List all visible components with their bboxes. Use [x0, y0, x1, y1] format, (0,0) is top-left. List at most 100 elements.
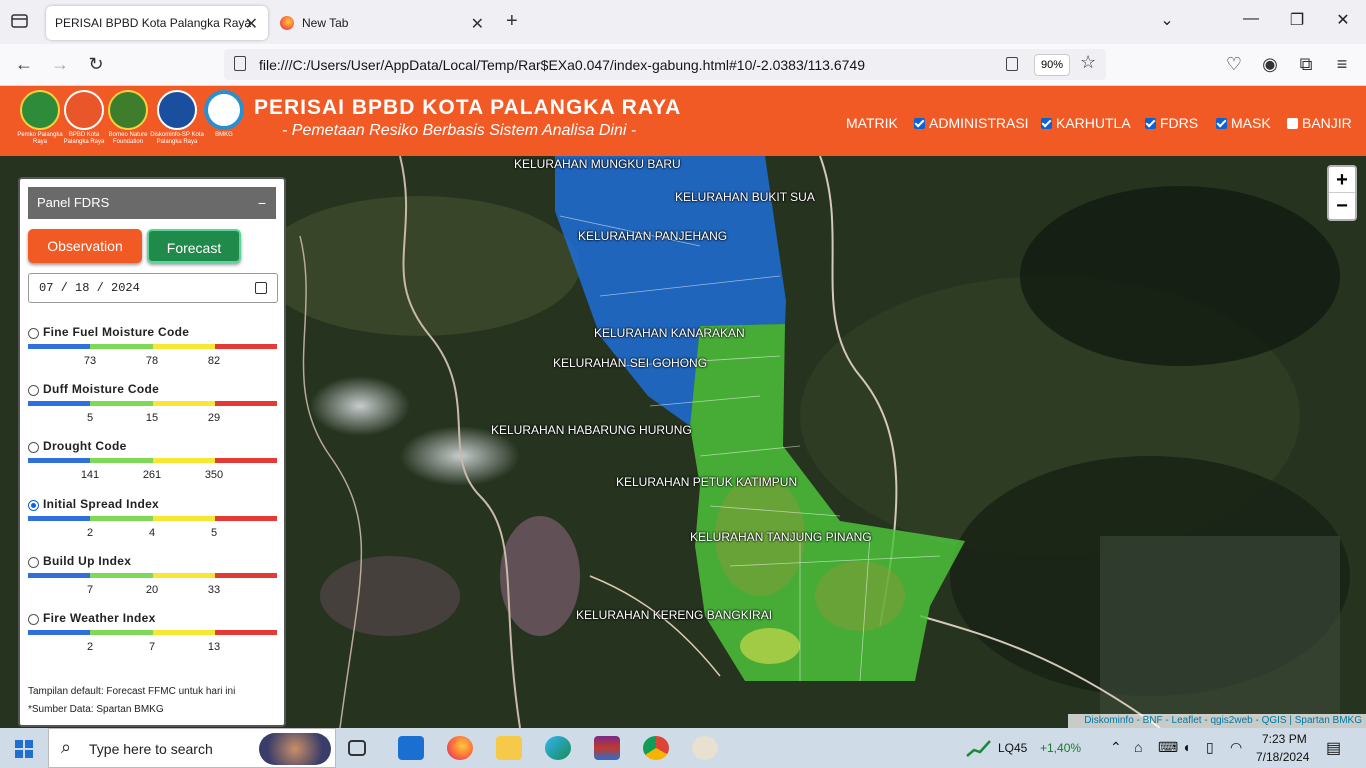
color-scale — [28, 516, 277, 521]
menu-label: ADMINISTRASI — [929, 115, 1029, 131]
scale-tick: 78 — [145, 355, 159, 367]
index-label: Drought Code — [43, 439, 127, 453]
scale-tick: 15 — [145, 412, 159, 424]
network-icon[interactable]: ⌂ — [1134, 739, 1142, 755]
kelurahan-label[interactable]: KELURAHAN KANARAKAN — [594, 326, 745, 340]
new-tab-button[interactable]: + — [506, 10, 518, 33]
tab-label: PERISAI BPBD Kota Palangka Raya — [55, 16, 252, 30]
tab-new-tab[interactable]: New Tab ✕ — [272, 6, 494, 40]
administrasi-checkbox[interactable] — [914, 117, 925, 129]
forecast-button[interactable]: Forecast — [147, 229, 241, 263]
kelurahan-label[interactable]: KELURAHAN SEI GOHONG — [553, 356, 707, 370]
edge-icon[interactable] — [545, 736, 571, 760]
close-tab-icon[interactable]: ✕ — [471, 14, 484, 34]
show-hidden-icons[interactable]: ⌃ — [1110, 739, 1122, 756]
index-bui[interactable]: Build Up Index 7 20 33 — [28, 554, 278, 604]
winrar-icon[interactable] — [594, 736, 620, 760]
index-fwi[interactable]: Fire Weather Index 2 7 13 — [28, 611, 278, 661]
keyboard-icon[interactable]: ⌨ — [1158, 739, 1178, 756]
kelurahan-label[interactable]: KELURAHAN BUKIT SUA — [675, 190, 815, 204]
index-isi[interactable]: Initial Spread Index 2 4 5 — [28, 497, 278, 547]
mask-checkbox[interactable] — [1216, 117, 1227, 129]
tab-label: New Tab — [302, 16, 349, 30]
menu-banjir[interactable]: BANJIR — [1287, 115, 1352, 131]
task-view-icon[interactable] — [348, 740, 366, 756]
stock-change[interactable]: +1,40% — [1040, 741, 1081, 755]
zoom-out-button[interactable]: − — [1329, 193, 1355, 219]
pocket-icon[interactable]: ♡ — [1222, 54, 1246, 75]
index-dmc[interactable]: Duff Moisture Code 5 15 29 — [28, 382, 278, 432]
menu-matrik[interactable]: MATRIK — [846, 115, 898, 131]
tab-perisai[interactable]: PERISAI BPBD Kota Palangka Raya ✕ — [46, 6, 268, 40]
clock-time[interactable]: 7:23 PM — [1262, 732, 1307, 746]
restore-window-icon[interactable]: ❐ — [1274, 10, 1320, 30]
isi-radio[interactable] — [28, 500, 39, 511]
volume-icon[interactable]: ◖ — [1182, 739, 1190, 755]
wifi-icon[interactable]: ◠ — [1230, 739, 1242, 756]
firefox-taskbar-icon[interactable] — [447, 736, 473, 760]
reader-view-icon[interactable] — [1006, 57, 1018, 71]
stock-name[interactable]: LQ45 — [998, 741, 1027, 755]
search-placeholder: Type here to search — [89, 741, 213, 757]
menu-icon[interactable]: ≡ — [1330, 54, 1354, 75]
extensions-icon[interactable]: ⧉ — [1294, 54, 1318, 75]
file-explorer-icon[interactable] — [496, 736, 522, 760]
color-scale — [28, 401, 277, 406]
panel-header: Panel FDRS − — [28, 187, 276, 219]
menu-karhutla[interactable]: KARHUTLA — [1041, 115, 1131, 131]
karhutla-checkbox[interactable] — [1041, 117, 1052, 129]
calendar-icon[interactable] — [255, 282, 267, 294]
index-ffmc[interactable]: Fine Fuel Moisture Code 73 78 82 — [28, 325, 278, 375]
account-icon[interactable]: ◉ — [1258, 54, 1282, 75]
bookmark-star-icon[interactable]: ☆ — [1080, 52, 1096, 73]
menu-administrasi[interactable]: ADMINISTRASI — [914, 115, 1029, 131]
url-bar[interactable]: file:///C:/Users/User/AppData/Local/Temp… — [224, 49, 1106, 80]
chrome-icon[interactable] — [643, 736, 669, 760]
url-text[interactable]: file:///C:/Users/User/AppData/Local/Temp… — [259, 57, 865, 73]
dc-radio[interactable] — [28, 442, 39, 453]
fwi-radio[interactable] — [28, 614, 39, 625]
menu-label: BANJIR — [1302, 115, 1352, 131]
close-window-icon[interactable]: ✕ — [1320, 10, 1366, 30]
battery-icon[interactable]: ▯ — [1206, 739, 1214, 756]
stock-chart-icon[interactable] — [966, 738, 992, 758]
kelurahan-label[interactable]: KELURAHAN MUNGKU BARU — [514, 157, 681, 171]
menu-mask[interactable]: MASK — [1216, 115, 1271, 131]
close-tab-icon[interactable]: ✕ — [245, 14, 258, 34]
paint-icon[interactable] — [692, 736, 718, 760]
forward-arrow-icon[interactable]: → — [48, 54, 72, 75]
color-scale — [28, 573, 277, 578]
back-arrow-icon[interactable]: ← — [12, 54, 36, 75]
panel-minimize-button[interactable]: − — [258, 187, 266, 219]
scale-tick: 82 — [207, 355, 221, 367]
notifications-icon[interactable]: ▤ — [1326, 738, 1341, 758]
dmc-radio[interactable] — [28, 385, 39, 396]
observation-button[interactable]: Observation — [28, 229, 142, 263]
windows-start-icon[interactable] — [15, 740, 33, 758]
zoom-level[interactable]: 90% — [1034, 54, 1070, 76]
bui-radio[interactable] — [28, 557, 39, 568]
zoom-in-button[interactable]: + — [1329, 167, 1355, 193]
index-dc[interactable]: Drought Code 141 261 350 — [28, 439, 278, 489]
date-input[interactable]: 07 / 18 / 2024 — [28, 273, 278, 303]
tab-overflow-icon[interactable]: ⌄ — [1144, 10, 1190, 30]
reload-icon[interactable]: ↻ — [84, 54, 108, 75]
ffmc-radio[interactable] — [28, 328, 39, 339]
taskbar-search[interactable]: ⌕ Type here to search — [48, 728, 336, 768]
kelurahan-label[interactable]: KELURAHAN PANJEHANG — [578, 229, 727, 243]
map-attribution[interactable]: Diskominfo - BNF - Leaflet - qgis2web - … — [1068, 714, 1366, 728]
fdrs-checkbox[interactable] — [1145, 117, 1156, 129]
banjir-checkbox[interactable] — [1287, 117, 1298, 129]
clock-date[interactable]: 7/18/2024 — [1256, 750, 1309, 764]
minimize-window-icon[interactable]: — — [1228, 10, 1274, 28]
diskominfo-logo — [157, 90, 197, 130]
kelurahan-label[interactable]: KELURAHAN TANJUNG PINANG — [690, 530, 872, 544]
kelurahan-label[interactable]: KELURAHAN PETUK KATIMPUN — [616, 475, 797, 489]
mail-icon[interactable] — [398, 736, 424, 760]
kelurahan-label[interactable]: KELURAHAN KERENG BANGKIRAI — [576, 608, 772, 622]
menu-fdrs[interactable]: FDRS — [1145, 115, 1198, 131]
default-view-note: Tampilan default: Forecast FFMC untuk ha… — [28, 686, 236, 697]
date-value: 07 / 18 / 2024 — [39, 281, 140, 295]
tab-list-icon[interactable] — [10, 12, 30, 30]
kelurahan-label[interactable]: KELURAHAN HABARUNG HURUNG — [491, 423, 692, 437]
